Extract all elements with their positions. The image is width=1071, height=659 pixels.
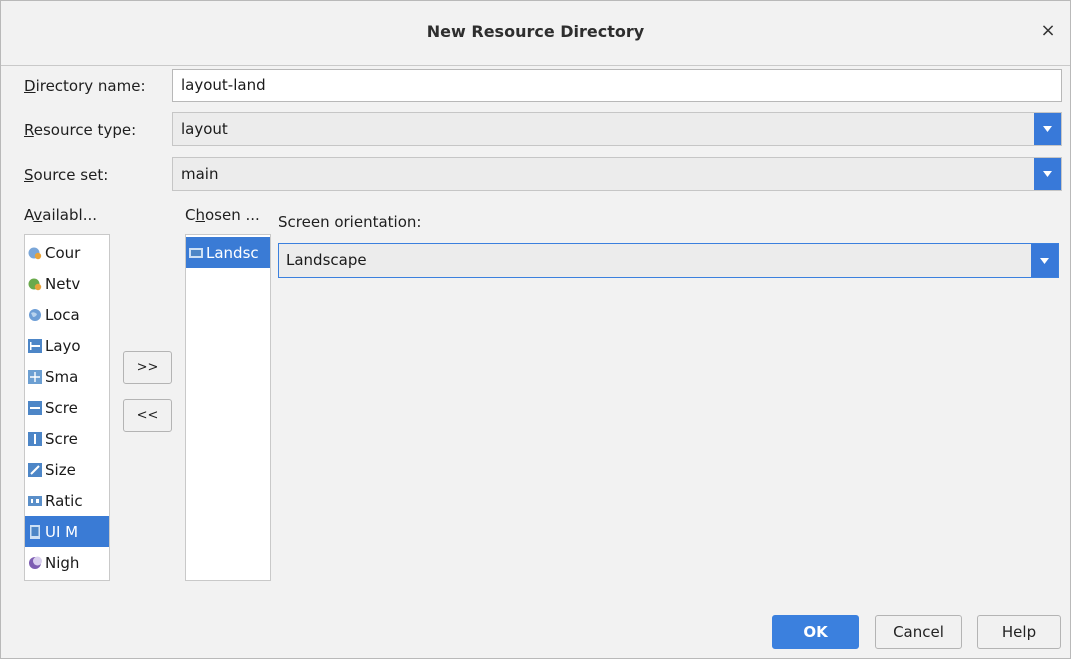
country-code-icon xyxy=(28,246,42,260)
list-item-label: Size xyxy=(45,460,76,479)
resource-type-select[interactable]: layout xyxy=(172,112,1062,146)
list-item[interactable]: Sma xyxy=(25,361,109,392)
close-icon[interactable]: × xyxy=(1036,19,1060,43)
list-item-label: Sma xyxy=(45,367,79,386)
list-item[interactable]: Nigh xyxy=(25,547,109,578)
directory-name-input[interactable]: layout-land xyxy=(172,69,1062,102)
new-resource-directory-dialog: New Resource Directory × Directory name:… xyxy=(0,0,1071,659)
remove-qualifier-button[interactable]: << xyxy=(123,399,172,432)
list-item-label: Scre xyxy=(45,429,78,448)
list-item-label: Netv xyxy=(45,274,81,293)
title-bar: New Resource Directory × xyxy=(1,1,1070,66)
resource-type-label: Resource type: xyxy=(24,121,137,139)
list-item[interactable]: UI M xyxy=(25,516,109,547)
source-set-select[interactable]: main xyxy=(172,157,1062,191)
help-button[interactable]: Help xyxy=(977,615,1061,649)
chevron-down-icon[interactable] xyxy=(1034,113,1061,145)
directory-name-label: Directory name: xyxy=(24,77,146,95)
chosen-qualifiers-list[interactable]: Landsc xyxy=(185,234,271,581)
list-item[interactable]: Layo xyxy=(25,330,109,361)
list-item-label: UI M xyxy=(45,522,79,541)
screen-orientation-select[interactable]: Landscape xyxy=(278,243,1059,278)
network-code-icon xyxy=(28,277,42,291)
chosen-qualifiers-label: Chosen ... xyxy=(185,206,260,224)
list-item[interactable]: Cour xyxy=(25,237,109,268)
size-icon xyxy=(28,462,42,477)
orientation-icon xyxy=(189,246,203,260)
list-item-label: Layo xyxy=(45,336,81,355)
screen-width-icon xyxy=(28,400,42,415)
screen-orientation-label: Screen orientation: xyxy=(278,213,422,231)
list-item[interactable]: Landsc xyxy=(186,237,270,268)
locale-icon xyxy=(28,308,42,322)
list-item[interactable]: Size xyxy=(25,454,109,485)
screen-height-icon xyxy=(28,431,42,446)
add-qualifier-button[interactable]: >> xyxy=(123,351,172,384)
resource-type-value: layout xyxy=(181,120,228,138)
list-item-label: Loca xyxy=(45,305,80,324)
chevron-down-icon[interactable] xyxy=(1031,244,1058,277)
list-item[interactable]: Ratic xyxy=(25,485,109,516)
available-qualifiers-list[interactable]: Cour Netv Loca Layo Sma Scre Scre Size Ratic UI M… xyxy=(24,234,110,581)
cancel-button[interactable]: Cancel xyxy=(875,615,962,649)
available-qualifiers-label: Availabl... xyxy=(24,206,97,224)
source-set-label: Source set: xyxy=(24,166,109,184)
list-item[interactable]: Scre xyxy=(25,392,109,423)
chevron-down-icon[interactable] xyxy=(1034,158,1061,190)
list-item-label: Landsc xyxy=(206,243,259,262)
list-item-label: Ratic xyxy=(45,491,83,510)
screen-orientation-value: Landscape xyxy=(286,251,367,269)
list-item[interactable]: Loca xyxy=(25,299,109,330)
layout-direction-icon xyxy=(28,338,42,353)
ratio-icon xyxy=(28,494,42,508)
smallest-screen-width-icon xyxy=(28,369,42,384)
list-item[interactable]: Scre xyxy=(25,423,109,454)
source-set-value: main xyxy=(181,165,219,183)
list-item[interactable]: Netv xyxy=(25,268,109,299)
dialog-title: New Resource Directory xyxy=(426,22,645,41)
ok-button[interactable]: OK xyxy=(772,615,859,649)
list-item-label: Nigh xyxy=(45,553,80,572)
night-mode-icon xyxy=(28,556,42,570)
list-item-label: Scre xyxy=(45,398,78,417)
ui-mode-icon xyxy=(28,524,42,539)
list-item-label: Cour xyxy=(45,243,81,262)
